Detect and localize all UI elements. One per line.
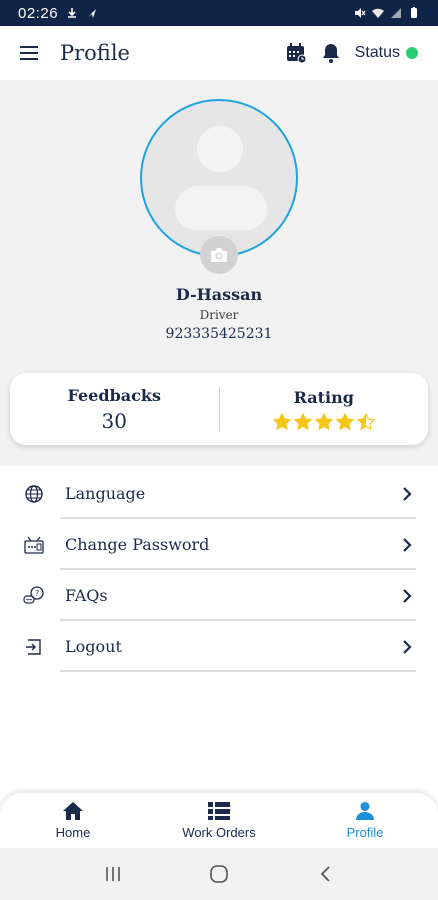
wifi-icon [372,8,384,18]
chevron-right-icon [403,486,412,501]
chevron-right-icon [403,537,412,552]
avatar-placeholder-body [175,186,267,230]
list-icon [208,802,230,820]
person-icon [356,802,374,820]
calendar-icon[interactable] [285,42,307,64]
menu-item-label: Logout [65,637,122,656]
profile-header: D-Hassan Driver 923335425231 Feedbacks 3… [0,80,438,466]
feedbacks-value: 30 [101,408,127,433]
avatar [140,99,298,257]
system-icons [354,7,420,19]
nav-work-orders[interactable]: Work Orders [146,793,292,848]
menu-item-label: Change Password [65,535,210,554]
nav-label: Profile [346,825,384,840]
rating-stars [272,412,375,431]
password-icon [22,533,46,557]
star-full-icon [293,412,312,430]
system-navigation-bar [0,848,438,900]
user-role: Driver [199,308,239,322]
star-half-icon [356,412,375,430]
star-full-icon [272,412,291,430]
signal-icon [391,8,401,18]
clock: 02:26 [18,4,59,22]
home-system-button[interactable] [199,859,239,889]
app-bar: Profile Status [0,26,438,80]
page-title: Profile [60,41,130,65]
chevron-right-icon [403,588,412,603]
recent-apps-icon [106,867,120,881]
bottom-navigation: Home Work Orders Profile [0,793,438,848]
camera-icon [211,248,227,262]
menu-item-logout[interactable]: Logout [0,621,438,672]
rating-stat[interactable]: Rating [220,373,429,445]
star-full-icon [314,412,333,430]
menu-item-faqs[interactable]: ? FAQs [0,570,438,621]
mute-icon [355,8,366,18]
nav-home[interactable]: Home [0,793,146,848]
rating-label: Rating [293,387,354,407]
menu-item-language[interactable]: Language [0,468,438,519]
user-name: D-Hassan [175,285,263,304]
status-toggle[interactable]: Status [355,44,418,62]
battery-icon [411,7,417,18]
system-status-bar: 02:26 [0,0,438,26]
divider [60,670,416,672]
menu-item-label: FAQs [65,586,108,605]
logout-icon [22,635,46,659]
recent-apps-button[interactable] [93,859,133,889]
menu-item-change-password[interactable]: Change Password [0,519,438,570]
nav-label: Home [55,825,91,840]
star-full-icon [335,412,354,430]
home-icon [63,802,83,820]
back-button[interactable] [305,859,345,889]
status-indicator-dot [406,47,418,59]
chevron-right-icon [403,639,412,654]
globe-icon [22,482,46,506]
hamburger-menu-icon[interactable] [20,46,38,60]
user-phone: 923335425231 [165,326,273,342]
status-label: Status [354,44,400,61]
app-bar-actions: Status [285,42,418,64]
nav-profile[interactable]: Profile [292,793,438,848]
home-circle-icon [210,865,228,883]
download-icon [68,8,77,18]
bell-icon[interactable] [321,42,341,64]
nav-label: Work Orders [182,825,256,840]
notification-icons [66,7,98,19]
stats-card: Feedbacks 30 Rating [10,373,428,445]
back-chevron-icon [320,866,330,882]
avatar-placeholder-head [197,126,243,172]
svg-text:?: ? [35,589,39,598]
menu-item-label: Language [65,484,146,503]
settings-menu: Language Change Password ? FAQs Logout [0,468,438,672]
change-photo-button[interactable] [200,236,238,274]
feedbacks-stat[interactable]: Feedbacks 30 [10,373,219,445]
faq-icon: ? [22,584,46,608]
navigation-icon [88,9,97,18]
feedbacks-label: Feedbacks [67,385,161,405]
